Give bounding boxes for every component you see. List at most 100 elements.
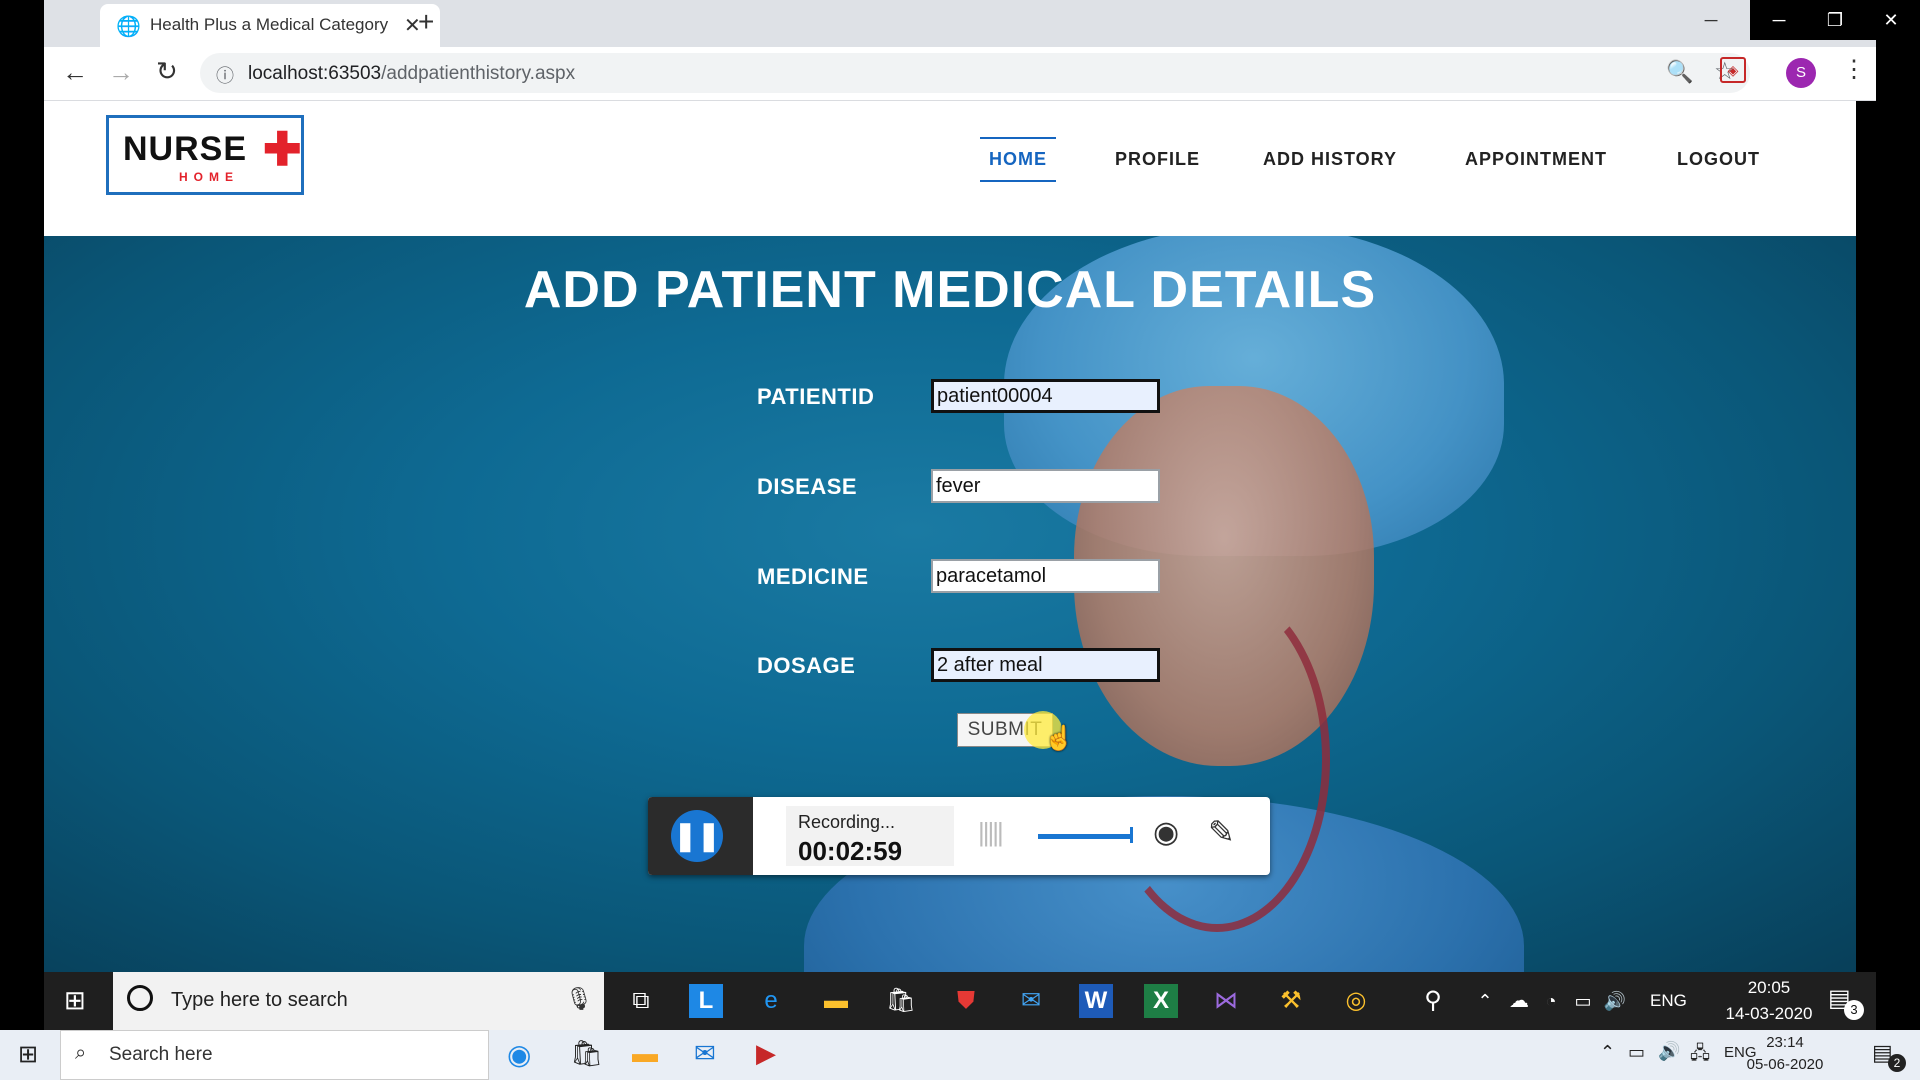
network-icon[interactable]: 🖧 bbox=[1690, 1041, 1710, 1071]
mail-icon[interactable]: ✉ bbox=[1014, 984, 1048, 1018]
volume-slider[interactable] bbox=[1038, 834, 1133, 839]
inner-clock-date[interactable]: 14-03-2020 bbox=[1724, 1004, 1814, 1024]
notification-count-badge: 3 bbox=[1844, 1000, 1864, 1020]
wifi-icon[interactable]: ◔ bbox=[1534, 984, 1568, 1018]
info-icon[interactable]: ⓘ bbox=[216, 62, 234, 88]
app-l-icon[interactable]: L bbox=[689, 984, 723, 1018]
store-icon[interactable]: 🛍 bbox=[570, 1038, 603, 1069]
nav-appointment[interactable]: APPOINTMENT bbox=[1465, 149, 1607, 170]
browser-tab-bar: 🌐 Health Plus a Medical Category E ✕ + ─ bbox=[44, 0, 1876, 47]
minimize-icon[interactable]: ─ bbox=[1682, 0, 1740, 40]
restore-icon[interactable]: ❐ bbox=[1806, 0, 1864, 40]
hero-image-stethoscope bbox=[1104, 586, 1330, 932]
logo-plus-icon: ✚ bbox=[263, 123, 302, 175]
forward-icon[interactable]: → bbox=[108, 57, 134, 88]
url-host: localhost:63503 bbox=[248, 63, 382, 84]
outer-search-placeholder: Search here bbox=[109, 1044, 213, 1065]
menu-kebab-icon[interactable]: ⋮ bbox=[1842, 55, 1866, 84]
tools-icon[interactable]: ⚒ bbox=[1274, 984, 1308, 1018]
cortana-icon bbox=[127, 985, 153, 1011]
file-explorer-icon[interactable]: ▬ bbox=[819, 984, 853, 1018]
logo-subtext: HOME bbox=[179, 170, 239, 184]
globe-icon: 🌐 bbox=[116, 16, 141, 38]
nav-home[interactable]: HOME bbox=[980, 137, 1056, 182]
reload-icon[interactable]: ↻ bbox=[156, 56, 178, 87]
volume-icon[interactable]: 🔊 bbox=[1658, 1041, 1680, 1062]
outer-clock-date[interactable]: 05-06-2020 bbox=[1740, 1056, 1830, 1073]
inner-search-placeholder: Type here to search bbox=[171, 989, 348, 1011]
inner-taskbar: ⊞ Type here to search 🎙 ⧉ L e ▬ 🛍 ⛊ ✉ W … bbox=[44, 972, 1876, 1030]
onedrive-icon[interactable]: ☁ bbox=[1502, 984, 1536, 1018]
minimize-icon[interactable]: ─ bbox=[1750, 0, 1808, 40]
browser-toolbar: ← → ↻ ⓘ localhost:63503/addpatienthistor… bbox=[44, 47, 1876, 101]
windows-start-icon[interactable]: ⊞ bbox=[64, 985, 86, 1016]
people-icon[interactable]: ⚲ bbox=[1416, 984, 1450, 1018]
recorder-status-box: Recording... 00:02:59 bbox=[786, 806, 954, 866]
site-logo[interactable]: NURSE ✚ HOME bbox=[106, 115, 304, 195]
pen-icon[interactable]: ✎ bbox=[1208, 813, 1235, 851]
nav-profile[interactable]: PROFILE bbox=[1115, 149, 1200, 170]
edge-icon[interactable]: ◉ bbox=[507, 1038, 531, 1071]
logo-text: NURSE bbox=[123, 130, 248, 168]
extension-icon[interactable]: ◈ bbox=[1720, 57, 1746, 83]
mcafee-icon[interactable]: ⛊ bbox=[949, 984, 983, 1018]
inner-language[interactable]: ENG bbox=[1650, 991, 1687, 1011]
site-header: NURSE ✚ HOME HOME PROFILE ADD HISTORY AP… bbox=[44, 101, 1856, 236]
inner-clock-time[interactable]: 20:05 bbox=[1724, 978, 1814, 998]
medicine-label: MEDICINE bbox=[757, 564, 869, 589]
medicine-input[interactable] bbox=[931, 559, 1160, 593]
webcam-icon[interactable]: ◉ bbox=[1153, 815, 1179, 850]
patientid-label: PATIENTID bbox=[757, 384, 875, 409]
patientid-input[interactable] bbox=[931, 379, 1160, 413]
search-icon: ⌕ bbox=[75, 1042, 87, 1064]
notification-count-badge: 2 bbox=[1888, 1054, 1906, 1072]
tray-chevron-icon[interactable]: ⌃ bbox=[1600, 1042, 1615, 1063]
task-view-icon[interactable]: ⧉ bbox=[624, 984, 658, 1018]
mail-icon[interactable]: ✉ bbox=[694, 1038, 716, 1069]
inner-search-box[interactable]: Type here to search 🎙 bbox=[113, 972, 604, 1030]
battery-icon[interactable]: ▭ bbox=[1566, 984, 1600, 1018]
pause-button[interactable]: ❚❚ bbox=[671, 810, 723, 862]
address-bar[interactable]: ⓘ localhost:63503/addpatienthistory.aspx… bbox=[200, 53, 1750, 93]
profile-avatar[interactable]: S bbox=[1786, 58, 1816, 88]
visual-studio-icon[interactable]: ⋈ bbox=[1209, 984, 1243, 1018]
battery-icon[interactable]: ▭ bbox=[1628, 1042, 1645, 1063]
file-explorer-icon[interactable]: ▬ bbox=[632, 1038, 658, 1069]
browser-tab[interactable]: 🌐 Health Plus a Medical Category E ✕ bbox=[100, 4, 440, 47]
store-icon[interactable]: 🛍 bbox=[884, 984, 918, 1018]
tray-chevron-icon[interactable]: ⌃ bbox=[1468, 984, 1502, 1018]
disease-label: DISEASE bbox=[757, 474, 858, 499]
recording-status: Recording... bbox=[798, 812, 896, 832]
recorder-control-panel: ❚❚ bbox=[648, 797, 753, 875]
outer-taskbar: ⊞ ⌕ Search here ◉ 🛍 ▬ ✉ ▶ ⌃ ▭ 🔊 🖧 ENG 23… bbox=[0, 1030, 1920, 1080]
new-tab-icon[interactable]: + bbox=[418, 6, 434, 38]
hand-cursor-icon: ☝ bbox=[1044, 725, 1074, 752]
excel-icon[interactable]: X bbox=[1144, 984, 1178, 1018]
drag-grip-icon[interactable]: ||||| bbox=[978, 817, 1004, 848]
window-controls: ─ ❐ ✕ bbox=[1750, 0, 1920, 40]
url-text: localhost:63503/addpatienthistory.aspx bbox=[248, 63, 575, 85]
url-path: /addpatienthistory.aspx bbox=[381, 63, 576, 84]
windows-start-icon[interactable]: ⊞ bbox=[18, 1040, 38, 1069]
outer-search-box[interactable]: ⌕ Search here bbox=[60, 1030, 489, 1080]
volume-slider-handle[interactable] bbox=[1130, 827, 1133, 843]
volume-icon[interactable]: 🔊 bbox=[1598, 984, 1632, 1018]
disease-input[interactable] bbox=[931, 469, 1160, 503]
edge-icon[interactable]: e bbox=[754, 984, 788, 1018]
word-icon[interactable]: W bbox=[1079, 984, 1113, 1018]
back-icon[interactable]: ← bbox=[62, 57, 88, 88]
video-player-icon[interactable]: ▶ bbox=[756, 1038, 776, 1069]
dosage-label: DOSAGE bbox=[757, 653, 856, 678]
nav-logout[interactable]: LOGOUT bbox=[1677, 149, 1760, 170]
close-window-icon[interactable]: ✕ bbox=[1862, 0, 1920, 40]
screen-recorder-widget: ❚❚ Recording... 00:02:59 ||||| ◉ ✎ bbox=[648, 797, 1270, 875]
outer-clock-time[interactable]: 23:14 bbox=[1740, 1034, 1830, 1051]
nav-add-history[interactable]: ADD HISTORY bbox=[1263, 149, 1397, 170]
dosage-input[interactable] bbox=[931, 648, 1160, 682]
chrome-icon[interactable]: ◎ bbox=[1339, 984, 1373, 1018]
zoom-icon[interactable]: 🔍 bbox=[1666, 59, 1693, 85]
microphone-icon[interactable]: 🎙 bbox=[565, 986, 593, 1012]
page-title: ADD PATIENT MEDICAL DETAILS bbox=[523, 261, 1377, 319]
tab-title: Health Plus a Medical Category E bbox=[150, 15, 390, 34]
recording-timer: 00:02:59 bbox=[798, 836, 903, 866]
